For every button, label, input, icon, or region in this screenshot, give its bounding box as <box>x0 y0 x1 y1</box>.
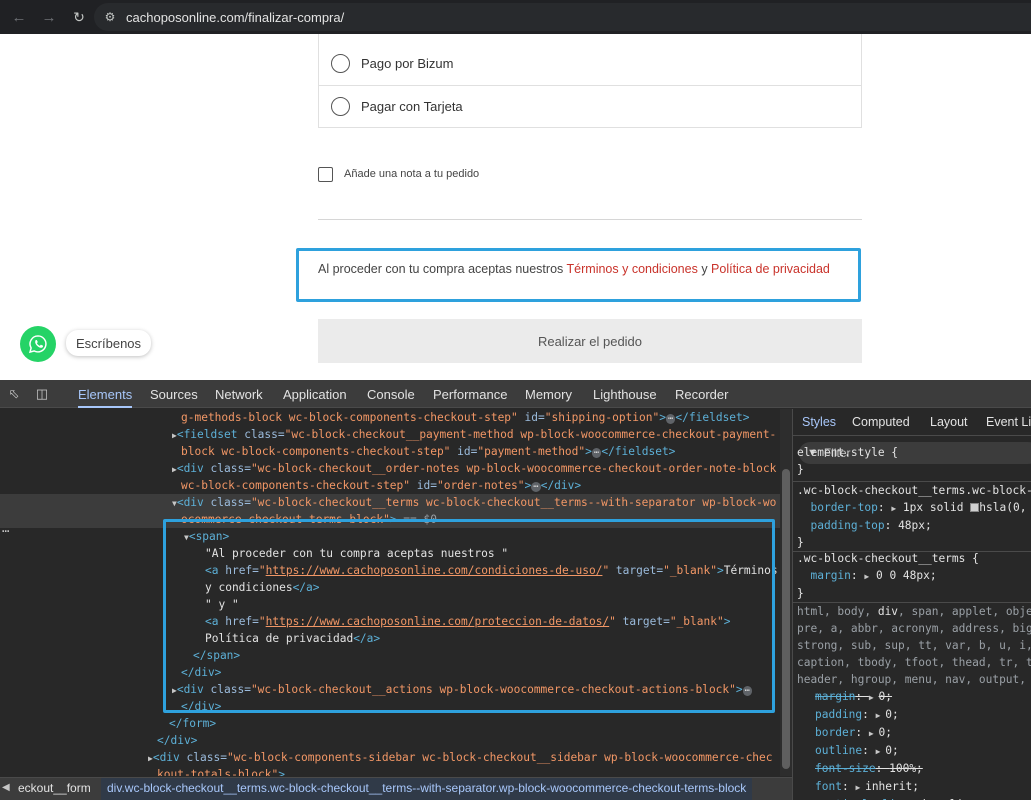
ellipsis-icon[interactable]: ⋯ <box>666 414 676 424</box>
css-property[interactable]: font: ▶ inherit; <box>797 778 983 796</box>
css-reset-rule[interactable]: html, body, div, span, applet, obje pre,… <box>797 603 1031 688</box>
reload-button[interactable]: ↻ <box>68 6 90 28</box>
arrow-left-icon: ← <box>11 8 27 26</box>
payment-option-label: Pago por Bizum <box>361 56 454 71</box>
site-settings-icon[interactable]: ⚙ <box>102 9 118 25</box>
terms-separator <box>318 219 862 220</box>
arrow-right-icon: → <box>41 8 57 26</box>
scrollbar-thumb[interactable] <box>782 469 790 769</box>
reload-icon: ↻ <box>73 8 85 25</box>
order-note-checkbox[interactable] <box>318 167 333 182</box>
dom-node[interactable]: </div> <box>0 732 780 749</box>
tab-lighthouse[interactable]: Lighthouse <box>593 380 657 408</box>
tab-performance[interactable]: Performance <box>433 380 507 408</box>
payment-option-card[interactable]: Pagar con Tarjeta <box>319 84 861 128</box>
devtools-toolbar: ⬁ ◫ Elements Sources Network Application… <box>0 380 1031 408</box>
css-property[interactable]: padding: ▶ 0; <box>797 706 983 724</box>
radio-button[interactable] <box>331 96 350 116</box>
tab-sources[interactable]: Sources <box>150 380 198 408</box>
dom-node[interactable]: block wc-block-components-checkout-step"… <box>0 443 780 460</box>
devtools-panel: ⬁ ◫ Elements Sources Network Application… <box>0 380 1031 800</box>
styles-tabs: Styles Computed Layout Event Lis <box>793 409 1031 436</box>
tab-recorder[interactable]: Recorder <box>675 380 728 408</box>
order-note-label[interactable]: Añade una nota a tu pedido <box>344 167 479 182</box>
css-reset-properties[interactable]: margin: ▶ 0; padding: ▶ 0; border: ▶ 0; out… <box>797 688 983 800</box>
dom-scrollbar[interactable] <box>780 409 792 776</box>
dom-node[interactable]: g-methods-block wc-block-components-chec… <box>0 409 780 426</box>
css-rule[interactable]: .wc-block-checkout__terms.wc-block- bord… <box>797 482 1031 551</box>
tab-memory[interactable]: Memory <box>525 380 572 408</box>
breadcrumb-left-icon[interactable]: ◀ <box>2 782 10 793</box>
css-property[interactable]: margin: ▶ 0; <box>797 688 983 706</box>
tab-console[interactable]: Console <box>367 380 415 408</box>
forward-button[interactable]: → <box>38 6 60 28</box>
payment-option-bizum[interactable]: Pago por Bizum <box>319 42 861 86</box>
device-toolbar-icon[interactable]: ◫ <box>33 385 51 403</box>
terms-conditions-link[interactable]: Términos y condiciones <box>567 262 698 276</box>
radio-button[interactable] <box>331 54 350 73</box>
ellipsis-icon[interactable]: ⋯ <box>531 482 541 492</box>
checkout-page: Pago por Bizum Pagar con Tarjeta Añade u… <box>0 34 1031 380</box>
dom-node[interactable]: wc-block-components-checkout-step" id="o… <box>0 477 780 494</box>
terms-and: y <box>697 262 712 276</box>
dom-node[interactable]: ▶<div class="wc-block-components-sidebar… <box>0 749 780 766</box>
address-bar[interactable]: ⚙ cachoposonline.com/finalizar-compra/ <box>94 3 1031 31</box>
place-order-button[interactable]: Realizar el pedido <box>318 319 862 363</box>
dom-node[interactable]: </form> <box>0 715 780 732</box>
dom-node-selected[interactable]: ▼<div class="wc-block-checkout__terms wc… <box>0 494 780 511</box>
breadcrumb: ◀ eckout__form div.wc-block-checkout__te… <box>0 777 792 800</box>
back-button[interactable]: ← <box>8 6 30 28</box>
ellipsis-icon[interactable]: ⋯ <box>591 448 602 458</box>
more-options-icon[interactable]: ⋯ <box>2 524 9 538</box>
tab-styles[interactable]: Styles <box>802 409 836 435</box>
dom-tree[interactable]: g-methods-block wc-block-components-chec… <box>0 409 780 776</box>
color-swatch[interactable] <box>970 503 980 512</box>
tab-computed[interactable]: Computed <box>852 409 910 435</box>
tab-layout[interactable]: Layout <box>930 409 968 435</box>
url-text[interactable]: cachoposonline.com/finalizar-compra/ <box>126 10 344 25</box>
dom-node[interactable]: ▶<div class="wc-block-checkout__order-no… <box>0 460 780 477</box>
dom-node[interactable]: ▶<fieldset class="wc-block-checkout__pay… <box>0 426 780 443</box>
dom-node[interactable]: kout-totals-block"> <box>0 766 780 776</box>
tab-event-listeners[interactable]: Event Lis <box>986 409 1031 435</box>
whatsapp-label[interactable]: Escríbenos <box>66 330 152 356</box>
active-tab-indicator <box>78 406 133 408</box>
browser-toolbar: ← → ↻ ⚙ cachoposonline.com/finalizar-com… <box>0 0 1031 34</box>
element-style-rule[interactable]: element.style { } <box>797 444 898 478</box>
css-property[interactable]: font-size: 100%; <box>797 760 983 778</box>
breadcrumb-item-active[interactable]: div.wc-block-checkout__terms.wc-block-ch… <box>101 778 753 800</box>
inspect-element-icon[interactable]: ⬁ <box>5 385 23 403</box>
tab-label: Elements <box>78 386 133 402</box>
whatsapp-icon <box>28 335 47 354</box>
terms-prefix: Al proceder con tu compra aceptas nuestr… <box>318 262 567 276</box>
css-property[interactable]: vertical-align: baseline; <box>797 796 983 800</box>
payment-option-label: Pagar con Tarjeta <box>361 98 463 114</box>
css-property[interactable]: border: ▶ 0; <box>797 724 983 742</box>
tab-application[interactable]: Application <box>283 380 347 408</box>
whatsapp-button[interactable] <box>20 326 56 362</box>
css-rule[interactable]: .wc-block-checkout__terms { margin: ▶ 0 … <box>797 550 979 602</box>
breadcrumb-item[interactable]: eckout__form <box>18 781 91 795</box>
css-property[interactable]: outline: ▶ 0; <box>797 742 983 760</box>
tab-elements[interactable]: Elements <box>78 380 133 408</box>
tab-network[interactable]: Network <box>215 380 263 408</box>
terms-text: Al proceder con tu compra aceptas nuestr… <box>318 262 830 277</box>
dom-highlight-box <box>163 519 775 713</box>
privacy-policy-link[interactable]: Política de privacidad <box>711 262 830 276</box>
styles-pane: Styles Computed Layout Event Lis ▼ Filte… <box>792 409 1031 800</box>
payment-methods-box: Pago por Bizum Pagar con Tarjeta <box>318 34 862 128</box>
